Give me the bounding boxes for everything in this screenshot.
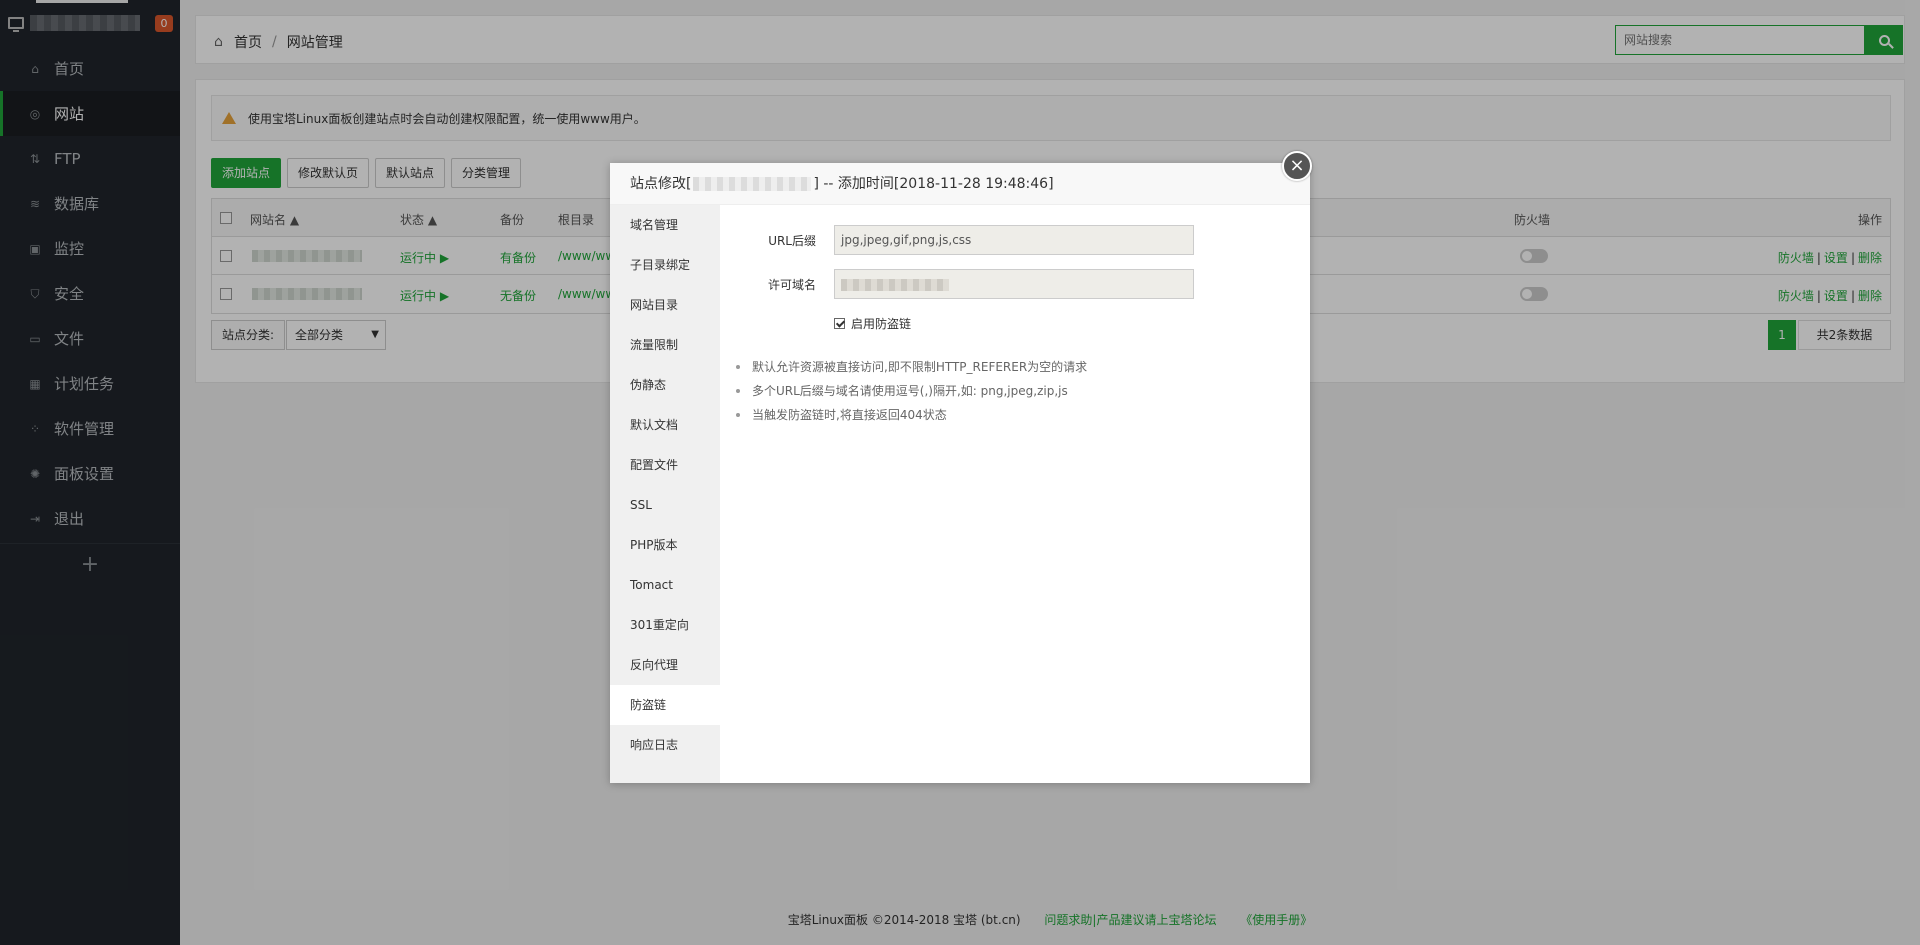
- modal-tab[interactable]: 默认文档: [610, 405, 720, 445]
- allowed-domain-label: 许可域名: [767, 278, 816, 292]
- modal-tab[interactable]: 网站目录: [610, 285, 720, 325]
- enable-hotlink-row[interactable]: 启用防盗链: [834, 315, 911, 332]
- tip-item: 多个URL后缀与域名请使用逗号(,)隔开,如: png,jpeg,zip,js: [734, 379, 1087, 403]
- tips-list: 默认允许资源被直接访问,即不限制HTTP_REFERER为空的请求 多个URL后…: [734, 355, 1087, 427]
- url-suffix-row: URL后缀 jpg,jpeg,gif,png,js,css: [720, 225, 1310, 257]
- domain-redacted: [841, 278, 949, 291]
- allowed-domain-row: 许可域名: [720, 269, 1310, 301]
- modal-tab[interactable]: 流量限制: [610, 325, 720, 365]
- tip-item: 默认允许资源被直接访问,即不限制HTTP_REFERER为空的请求: [734, 355, 1087, 379]
- site-name-redacted: [693, 176, 812, 191]
- site-edit-modal: 站点修改[] -- 添加时间[2018-11-28 19:48:46] × 域名…: [610, 151, 1312, 783]
- enable-hotlink-checkbox[interactable]: [834, 318, 845, 329]
- modal-tab[interactable]: 防盗链: [610, 685, 720, 725]
- modal-title: 站点修改[] -- 添加时间[2018-11-28 19:48:46]: [610, 163, 1310, 205]
- modal-tab[interactable]: PHP版本: [610, 525, 720, 565]
- modal-tab[interactable]: 伪静态: [610, 365, 720, 405]
- enable-hotlink-label[interactable]: 启用防盗链: [851, 315, 911, 332]
- modal-tab[interactable]: 301重定向: [610, 605, 720, 645]
- url-suffix-label: URL后缀: [768, 234, 816, 248]
- hotlink-content: URL后缀 jpg,jpeg,gif,png,js,css 许可域名 启用防盗链…: [720, 205, 1310, 783]
- url-suffix-input[interactable]: jpg,jpeg,gif,png,js,css: [834, 225, 1194, 255]
- modal-tab[interactable]: 域名管理: [610, 205, 720, 245]
- tip-item: 当触发防盗链时,将直接返回404状态: [734, 403, 1087, 427]
- modal-body: 域名管理 子目录绑定 网站目录 流量限制 伪静态 默认文档 配置文件 SSL PHP版本 Toma…: [610, 205, 1310, 783]
- modal-tab[interactable]: 反向代理: [610, 645, 720, 685]
- modal-tab[interactable]: 配置文件: [610, 445, 720, 485]
- modal-tab[interactable]: Tomact: [610, 565, 720, 605]
- modal-tab[interactable]: 子目录绑定: [610, 245, 720, 285]
- modal-tab[interactable]: SSL: [610, 485, 720, 525]
- modal-tab[interactable]: 响应日志: [610, 725, 720, 765]
- modal-tabs: 域名管理 子目录绑定 网站目录 流量限制 伪静态 默认文档 配置文件 SSL PHP版本 Toma…: [610, 205, 720, 783]
- allowed-domain-input[interactable]: [834, 269, 1194, 299]
- close-icon[interactable]: ×: [1282, 151, 1312, 181]
